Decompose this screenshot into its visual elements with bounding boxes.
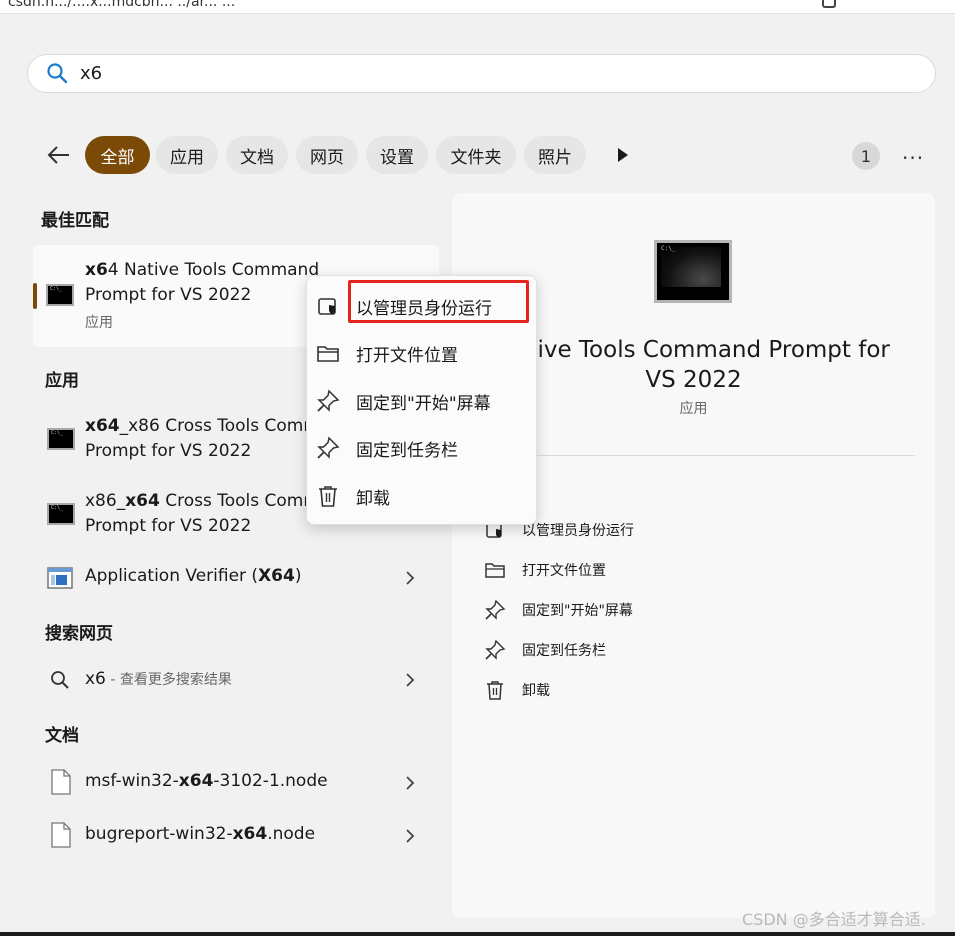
document-title: msf-win32-x64-3102-1.node: [85, 771, 328, 791]
back-arrow-icon[interactable]: [46, 142, 72, 168]
browser-top-strip: csdn.n.../....x...mdcbn... ../ar... ...: [0, 0, 955, 14]
trash-icon: [319, 486, 337, 507]
search-input[interactable]: [80, 60, 880, 86]
copy-icon[interactable]: [822, 0, 836, 8]
tab-web[interactable]: 网页: [296, 136, 358, 174]
web-search-heading: 搜索网页: [45, 624, 113, 644]
search-icon: [51, 671, 69, 689]
pin-icon: [485, 639, 506, 660]
file-icon: [51, 769, 71, 795]
taskbar-edge: [0, 932, 955, 936]
folder-icon: [317, 346, 339, 362]
documents-heading: 文档: [45, 726, 79, 746]
admin-shield-icon: [318, 298, 336, 315]
search-icon: [47, 63, 68, 84]
play-more-tabs-icon[interactable]: [616, 146, 630, 164]
menu-item-pin-to-start[interactable]: 固定到"开始"屏幕: [316, 386, 526, 416]
app-item-title: x86_x64 Cross Tools Comm: [85, 491, 320, 511]
detail-divider: [472, 455, 915, 456]
chevron-right-icon[interactable]: [404, 829, 416, 843]
pin-icon: [317, 436, 340, 459]
browser-url-fragment: csdn.n.../....x...mdcbn... ../ar... ...: [8, 0, 236, 10]
pin-icon: [317, 389, 340, 412]
menu-item-pin-to-taskbar[interactable]: 固定到任务栏: [316, 433, 526, 463]
chevron-right-icon[interactable]: [404, 571, 416, 585]
more-options-icon[interactable]: ···: [902, 146, 924, 170]
web-search-query: x6 - 查看更多搜索结果: [85, 669, 232, 689]
menu-item-uninstall[interactable]: 卸载: [316, 481, 526, 511]
highlight-annotation-box: [348, 280, 529, 323]
cmd-app-icon: [46, 284, 74, 306]
chevron-right-icon[interactable]: [404, 776, 416, 790]
folder-icon: [485, 563, 505, 578]
action-open-file-location[interactable]: 打开文件位置: [484, 558, 606, 582]
tab-settings[interactable]: 设置: [366, 136, 428, 174]
selection-accent: [33, 283, 37, 309]
best-match-subtitle: 应用: [85, 315, 113, 331]
tab-documents[interactable]: 文档: [226, 136, 288, 174]
document-title: bugreport-win32-x64.node: [85, 824, 316, 844]
application-verifier-icon: [47, 567, 73, 589]
apps-heading: 应用: [45, 371, 79, 391]
app-item-title: Application Verifier (X64): [85, 566, 302, 586]
cmd-app-icon: [47, 503, 75, 525]
best-match-title-line2: Prompt for VS 2022: [85, 285, 252, 305]
trash-icon: [487, 681, 503, 700]
action-pin-to-start[interactable]: 固定到"开始"屏幕: [484, 598, 633, 622]
tab-all[interactable]: 全部: [85, 136, 150, 174]
action-pin-to-taskbar[interactable]: 固定到任务栏: [484, 638, 606, 662]
action-uninstall[interactable]: 卸载: [484, 678, 550, 702]
star-icon[interactable]: [862, 0, 876, 8]
best-match-title: x64 Native Tools Command: [85, 260, 320, 280]
app-item-title-line2: Prompt for VS 2022: [85, 441, 252, 461]
pin-icon: [485, 599, 506, 620]
cmd-app-icon: [47, 428, 75, 450]
watermark: CSDN @多合适才算合适.: [742, 910, 926, 929]
chevron-right-icon[interactable]: [404, 673, 416, 687]
tab-photos[interactable]: 照片: [524, 136, 586, 174]
cmd-large-icon: C:\_: [654, 240, 732, 303]
file-icon: [51, 822, 71, 848]
tab-apps[interactable]: 应用: [156, 136, 218, 174]
app-item-title: x64_x86 Cross Tools Comm: [85, 416, 320, 436]
best-match-heading: 最佳匹配: [41, 211, 109, 231]
menu-item-open-file-location[interactable]: 打开文件位置: [316, 338, 526, 368]
app-item-title-line2: Prompt for VS 2022: [85, 516, 252, 536]
tab-folders[interactable]: 文件夹: [436, 136, 516, 174]
notification-badge[interactable]: 1: [852, 142, 880, 170]
